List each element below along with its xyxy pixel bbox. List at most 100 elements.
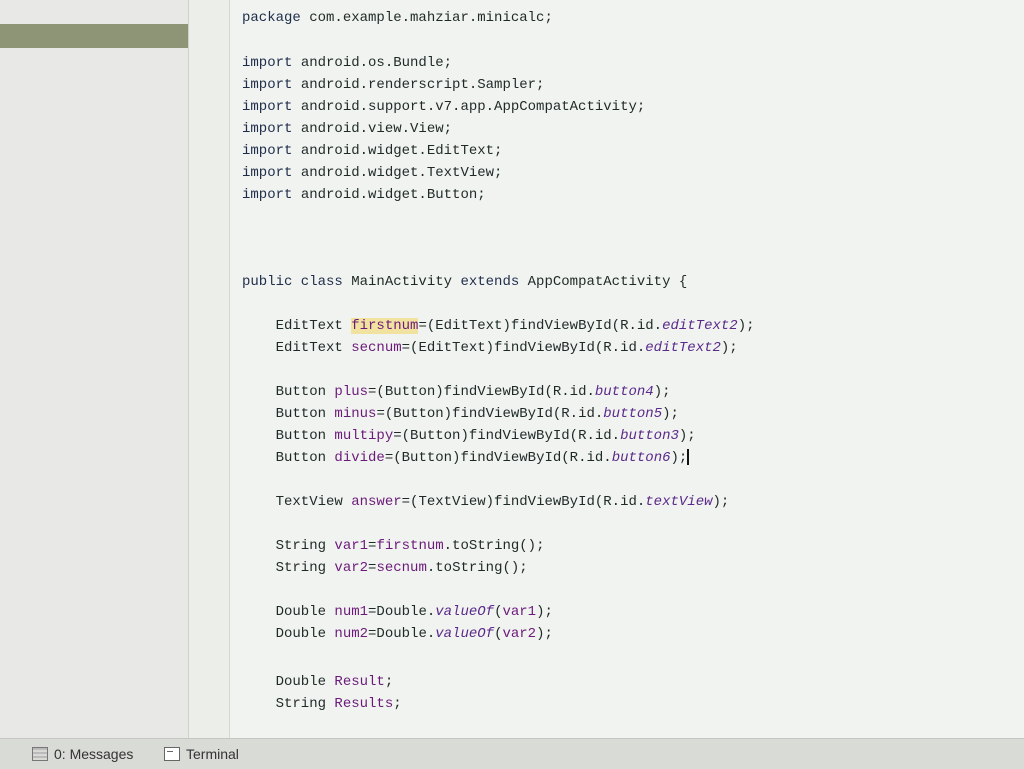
code-token: var1: [502, 604, 537, 620]
code-token: var1: [334, 538, 369, 554]
code-line[interactable]: import android.view.View;: [242, 119, 452, 139]
code-token: minus: [334, 406, 377, 422]
code-token: android.widget.Button;: [300, 187, 486, 203]
code-token: String: [242, 538, 335, 554]
code-line[interactable]: EditText firstnum=(EditText)findViewById…: [242, 316, 755, 336]
code-token: =Double.: [368, 604, 436, 620]
terminal-label: Terminal: [186, 746, 239, 762]
code-token: divide: [334, 450, 385, 466]
code-line[interactable]: TextView answer=(TextView)findViewById(R…: [242, 492, 730, 512]
code-token: ;: [384, 674, 394, 690]
code-token: );: [536, 626, 553, 642]
code-line[interactable]: Button divide=(Button)findViewById(R.id.…: [242, 448, 690, 468]
tool-window-bar: 0: Messages Terminal: [0, 738, 1024, 769]
code-token: package: [242, 10, 310, 26]
code-token: Button: [242, 384, 335, 400]
code-token: Button: [242, 406, 335, 422]
code-line[interactable]: import android.widget.Button;: [242, 185, 486, 205]
code-token: TextView: [242, 494, 352, 510]
code-line[interactable]: Double num1=Double.valueOf(var1);: [242, 602, 553, 622]
code-token: );: [670, 450, 688, 466]
code-token: extends: [460, 274, 528, 290]
code-token: android.widget.EditText;: [300, 143, 503, 159]
code-line[interactable]: Double num2=Double.valueOf(var2);: [242, 624, 553, 644]
code-line[interactable]: Button multipy=(Button)findViewById(R.id…: [242, 426, 696, 446]
messages-icon: [32, 747, 48, 761]
code-token: import: [242, 187, 301, 203]
code-token: valueOf: [435, 604, 495, 620]
code-token: .toString();: [443, 538, 545, 554]
code-token: =(Button)findViewById(R.id.: [393, 428, 621, 444]
code-token: EditText: [242, 340, 352, 356]
code-line[interactable]: Double Result;: [242, 672, 394, 692]
code-line[interactable]: import android.renderscript.Sampler;: [242, 75, 544, 95]
code-token: );: [712, 494, 730, 510]
code-token: answer: [351, 494, 402, 510]
code-token: );: [662, 406, 679, 422]
code-token: );: [653, 384, 671, 400]
code-token: MainActivity: [351, 274, 461, 290]
code-token: =Double.: [368, 626, 436, 642]
code-token: );: [678, 428, 696, 444]
code-line[interactable]: Button minus=(Button)findViewById(R.id.b…: [242, 404, 679, 424]
code-line[interactable]: import android.os.Bundle;: [242, 53, 452, 73]
code-token: var2: [502, 626, 537, 642]
code-line[interactable]: import android.support.v7.app.AppCompatA…: [242, 97, 645, 117]
code-token: import: [242, 77, 301, 93]
code-token: button5: [603, 406, 663, 422]
code-token: String: [242, 696, 335, 712]
code-token: =(TextView)findViewById(R.id.: [401, 494, 646, 510]
code-token: firstnum: [376, 538, 444, 554]
code-token: button6: [611, 450, 671, 466]
code-token: EditText: [242, 318, 352, 334]
code-token: com.example.mahziar.minicalc;: [309, 10, 553, 26]
code-token: editText2: [662, 318, 738, 334]
code-line[interactable]: package com.example.mahziar.minicalc;: [242, 8, 553, 28]
project-tree-selected-row[interactable]: [0, 24, 188, 48]
code-token: editText2: [645, 340, 721, 356]
code-line[interactable]: String var1=firstnum.toString();: [242, 536, 545, 556]
code-line[interactable]: String var2=secnum.toString();: [242, 558, 528, 578]
code-line[interactable]: EditText secnum=(EditText)findViewById(R…: [242, 338, 738, 358]
code-token: public class: [242, 274, 352, 290]
code-token: );: [737, 318, 755, 334]
text-cursor: [687, 449, 690, 466]
code-line[interactable]: Button plus=(Button)findViewById(R.id.bu…: [242, 382, 671, 402]
code-token: =(EditText)findViewById(R.id.: [401, 340, 646, 356]
code-token: secnum: [376, 560, 427, 576]
code-line[interactable]: import android.widget.EditText;: [242, 141, 502, 161]
code-token: =(Button)findViewById(R.id.: [384, 450, 612, 466]
code-token: import: [242, 121, 301, 137]
terminal-icon: [164, 747, 180, 761]
code-token: multipy: [334, 428, 394, 444]
code-token: );: [536, 604, 553, 620]
code-line[interactable]: String Results;: [242, 694, 402, 714]
code-line[interactable]: public class MainActivity extends AppCom…: [242, 272, 687, 292]
code-token: android.renderscript.Sampler;: [300, 77, 545, 93]
code-token: import: [242, 55, 301, 71]
code-line[interactable]: import android.widget.TextView;: [242, 163, 502, 183]
code-token: );: [720, 340, 738, 356]
code-token: firstnum: [351, 318, 419, 334]
project-panel: [0, 0, 189, 738]
code-token: import: [242, 165, 301, 181]
code-token: AppCompatActivity {: [527, 274, 688, 290]
code-token: secnum: [351, 340, 402, 356]
terminal-tool-button[interactable]: Terminal: [164, 744, 239, 764]
code-token: valueOf: [435, 626, 495, 642]
code-token: String: [242, 560, 335, 576]
code-token: import: [242, 143, 301, 159]
code-token: Button: [242, 450, 335, 466]
code-token: Double: [242, 674, 335, 690]
code-token: textView: [645, 494, 713, 510]
code-token: .toString();: [426, 560, 528, 576]
code-token: var2: [334, 560, 369, 576]
code-token: android.os.Bundle;: [300, 55, 453, 71]
code-token: ;: [393, 696, 402, 712]
messages-tool-button[interactable]: 0: Messages: [32, 744, 133, 764]
code-editor[interactable]: package com.example.mahziar.minicalc; imp…: [230, 0, 1024, 738]
code-token: Double: [242, 604, 335, 620]
code-token: =(Button)findViewById(R.id.: [368, 384, 595, 400]
editor-gutter: [189, 0, 230, 738]
code-token: android.widget.TextView;: [300, 165, 503, 181]
